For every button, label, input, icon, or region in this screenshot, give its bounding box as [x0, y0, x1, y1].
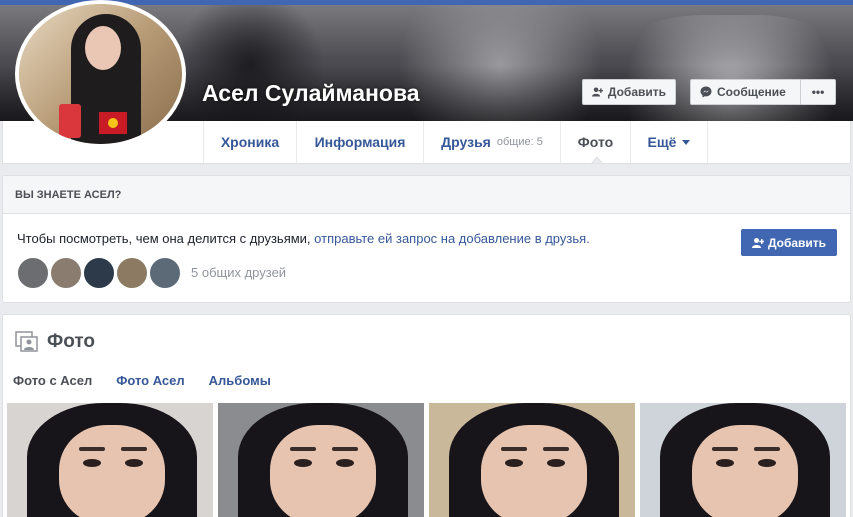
add-friend-icon — [592, 87, 603, 97]
know-person-message: Чтобы посмотреть, чем она делится с друз… — [17, 231, 590, 246]
photo-brow — [712, 447, 738, 451]
profile-name[interactable]: Асел Сулайманова — [202, 80, 420, 107]
photo-thumbnail[interactable] — [429, 403, 635, 517]
photo-eye — [505, 459, 523, 467]
avatar-flag — [99, 112, 127, 134]
photo-brow — [543, 447, 569, 451]
mutual-friend-avatar[interactable] — [116, 257, 148, 289]
tab-friends-count: общие: 5 — [496, 136, 543, 148]
mutual-friend-avatar[interactable] — [149, 257, 181, 289]
know-person-text: Чтобы посмотреть, чем она делится с друз… — [17, 231, 315, 246]
photo-eye — [336, 459, 354, 467]
tab-friends[interactable]: Друзья общие: 5 — [423, 121, 560, 163]
photo-face — [59, 425, 165, 517]
photo-brow — [79, 447, 105, 451]
send-request-link[interactable]: отправьте ей запрос на добавление в друз… — [314, 231, 590, 246]
add-friend-primary-label: Добавить — [767, 235, 827, 250]
know-person-card: ВЫ ЗНАЕТЕ АСЕЛ? Чтобы посмотреть, чем он… — [2, 175, 851, 303]
photo-brow — [754, 447, 780, 451]
photo-eye — [294, 459, 312, 467]
mutual-friends-avatars — [17, 257, 181, 289]
photos-icon — [15, 331, 38, 352]
message-label: Сообщение — [717, 85, 786, 99]
photo-eye — [716, 459, 734, 467]
messenger-icon — [700, 86, 712, 98]
tab-about-label: Информация — [314, 134, 406, 150]
add-friend-primary-button[interactable]: Добавить — [741, 229, 837, 256]
photos-card: Фото Фото с Асел Фото Асел Альбомы — [2, 314, 851, 517]
mutual-friend-avatar[interactable] — [17, 257, 49, 289]
tab-more[interactable]: Ещё — [630, 121, 708, 163]
photo-brow — [332, 447, 358, 451]
subtab-her-photos[interactable]: Фото Асел — [116, 373, 184, 388]
tab-photos-label: Фото — [577, 134, 614, 150]
photo-face — [270, 425, 376, 517]
add-friend-button[interactable]: Добавить — [582, 79, 676, 105]
add-friend-label: Добавить — [607, 85, 666, 99]
tab-friends-label: Друзья — [441, 134, 491, 150]
photo-eye — [547, 459, 565, 467]
mutual-friends-count[interactable]: 5 общих друзей — [191, 265, 286, 280]
photos-title: Фото — [15, 331, 95, 353]
tab-more-label: Ещё — [647, 134, 677, 150]
tab-about[interactable]: Информация — [296, 121, 423, 163]
mutual-friend-avatar[interactable] — [50, 257, 82, 289]
tab-timeline[interactable]: Хроника — [203, 121, 296, 163]
add-friend-icon — [751, 237, 764, 248]
photo-face — [692, 425, 798, 517]
subtab-photos-of[interactable]: Фото с Асел — [13, 373, 92, 388]
photo-eye — [125, 459, 143, 467]
message-button[interactable]: Сообщение — [690, 79, 802, 105]
know-person-heading: ВЫ ЗНАЕТЕ АСЕЛ? — [3, 176, 850, 214]
profile-avatar[interactable] — [15, 0, 186, 148]
photo-brow — [501, 447, 527, 451]
photos-title-label: Фото — [47, 331, 96, 352]
tab-timeline-label: Хроника — [220, 134, 280, 150]
more-dots-icon: ••• — [811, 85, 825, 99]
photo-eye — [758, 459, 776, 467]
photo-grid — [7, 403, 846, 517]
photo-thumbnail[interactable] — [640, 403, 846, 517]
avatar-face — [85, 26, 121, 70]
photo-face — [481, 425, 587, 517]
photo-eye — [83, 459, 101, 467]
chevron-down-icon — [682, 139, 691, 145]
mutual-friend-avatar[interactable] — [83, 257, 115, 289]
photo-thumbnail[interactable] — [7, 403, 213, 517]
photo-brow — [290, 447, 316, 451]
subtab-albums[interactable]: Альбомы — [209, 373, 271, 388]
photo-thumbnail[interactable] — [218, 403, 424, 517]
photos-subtabs: Фото с Асел Фото Асел Альбомы — [13, 373, 271, 388]
avatar-cup — [59, 104, 81, 138]
photo-brow — [121, 447, 147, 451]
more-options-button[interactable]: ••• — [800, 79, 836, 105]
active-tab-indicator — [591, 156, 603, 164]
